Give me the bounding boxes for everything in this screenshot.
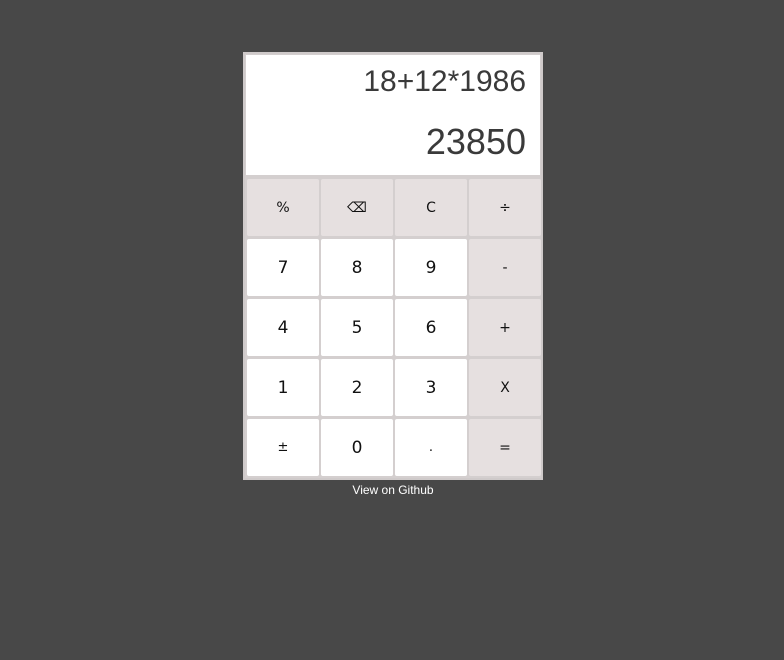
digit-3-button[interactable]: 3 xyxy=(395,359,467,416)
backspace-button[interactable]: ⌫ xyxy=(321,179,393,236)
calculator-display: 18+12*1986 23850 xyxy=(246,55,540,175)
github-link[interactable]: View on Github xyxy=(243,483,543,497)
multiply-button[interactable]: X xyxy=(469,359,541,416)
clear-button[interactable]: C xyxy=(395,179,467,236)
digit-7-button[interactable]: 7 xyxy=(247,239,319,296)
digit-4-button[interactable]: 4 xyxy=(247,299,319,356)
decimal-button[interactable]: . xyxy=(395,419,467,476)
digit-2-button[interactable]: 2 xyxy=(321,359,393,416)
digit-1-button[interactable]: 1 xyxy=(247,359,319,416)
keypad: % ⌫ C ÷ 7 8 9 - 4 5 6 + 1 2 3 X ± 0 . = xyxy=(247,179,541,476)
equals-button[interactable]: = xyxy=(469,419,541,476)
percent-button[interactable]: % xyxy=(247,179,319,236)
digit-8-button[interactable]: 8 xyxy=(321,239,393,296)
subtract-button[interactable]: - xyxy=(469,239,541,296)
digit-6-button[interactable]: 6 xyxy=(395,299,467,356)
digit-0-button[interactable]: 0 xyxy=(321,419,393,476)
sign-toggle-button[interactable]: ± xyxy=(247,419,319,476)
calculator: 18+12*1986 23850 % ⌫ C ÷ 7 8 9 - 4 5 6 +… xyxy=(243,52,543,480)
expression-display: 18+12*1986 xyxy=(363,65,526,98)
digit-9-button[interactable]: 9 xyxy=(395,239,467,296)
divide-button[interactable]: ÷ xyxy=(469,179,541,236)
add-button[interactable]: + xyxy=(469,299,541,356)
digit-5-button[interactable]: 5 xyxy=(321,299,393,356)
result-display: 23850 xyxy=(425,121,526,162)
